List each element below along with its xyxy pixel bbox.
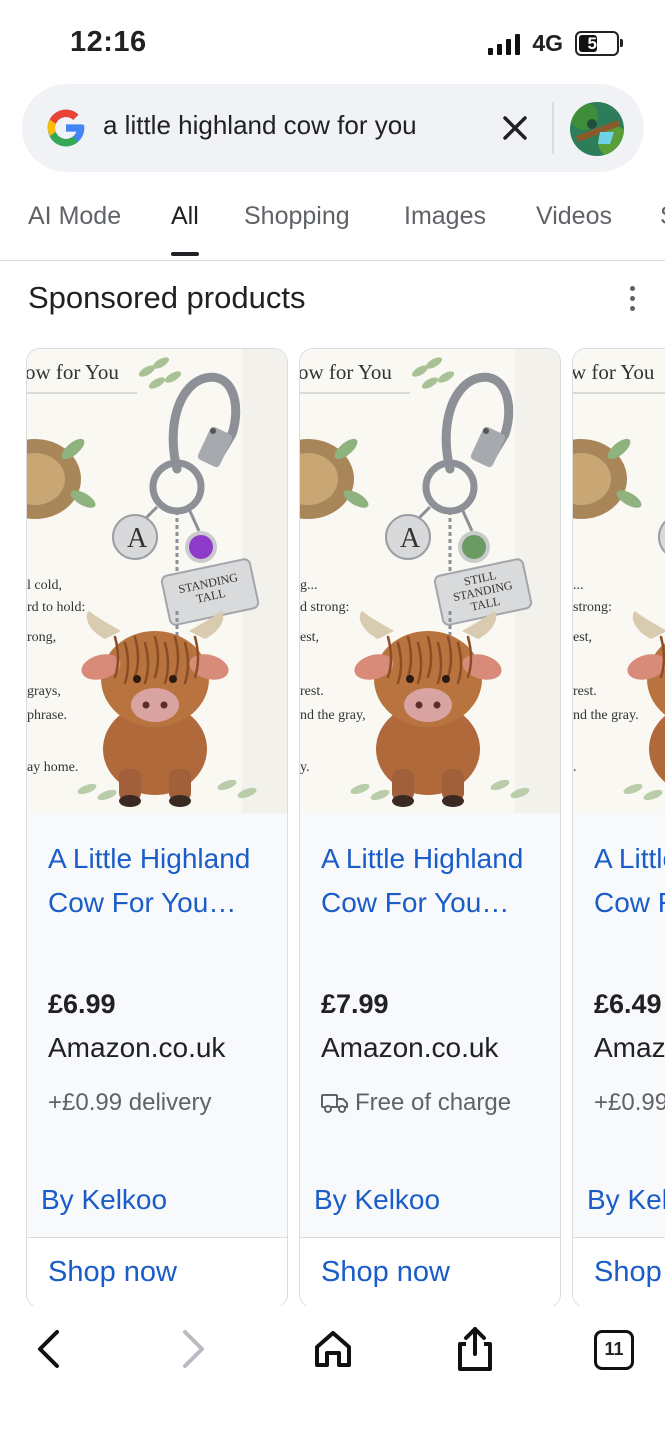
- tab-shopping[interactable]: Shopping: [244, 202, 350, 231]
- poem-line: nd the gray.: [573, 708, 639, 723]
- signal-icon: [488, 33, 521, 55]
- tab-more[interactable]: S: [660, 202, 665, 231]
- more-vert-icon[interactable]: [622, 286, 642, 314]
- product-by[interactable]: By Kelkoo: [41, 1184, 167, 1216]
- battery-percent: 57: [587, 34, 607, 53]
- tabs-icon[interactable]: 11: [594, 1330, 634, 1370]
- poem-line: .: [573, 760, 577, 775]
- shop-now-label: Shop now: [321, 1256, 450, 1288]
- product-by[interactable]: By Kelkoo: [314, 1184, 440, 1216]
- search-input[interactable]: a little highland cow for you: [103, 110, 417, 141]
- search-tabs: AI Mode All Shopping Images Videos S: [0, 190, 665, 261]
- browser-toolbar: 11: [0, 1306, 665, 1440]
- home-icon[interactable]: [308, 1324, 358, 1374]
- poem-line: rong,: [27, 630, 56, 645]
- product-card[interactable]: w for You... strong: est, rest. nd the gray.…: [572, 348, 665, 1308]
- product-title[interactable]: A Little Highland Cow For You…: [321, 837, 541, 925]
- product-store: Amazon.co.uk: [48, 1032, 226, 1063]
- share-icon[interactable]: [450, 1324, 500, 1374]
- delivery-text: +£0.99: [594, 1089, 665, 1116]
- search-bar[interactable]: a little highland cow for you: [22, 84, 644, 172]
- tab-images[interactable]: Images: [404, 202, 486, 231]
- network-type: 4G: [532, 30, 563, 56]
- product-price: £7.99: [321, 989, 389, 1019]
- image-heading: ow for You: [300, 360, 392, 384]
- status-right: 4G 57: [488, 30, 623, 57]
- image-heading: ow for You: [27, 360, 119, 384]
- product-delivery: +£0.99 delivery: [48, 1089, 211, 1117]
- tab-all-label: All: [171, 202, 199, 230]
- poem-line: rest.: [573, 684, 597, 699]
- poem-line: rd to hold:: [27, 600, 85, 615]
- poem-line: grays,: [27, 684, 61, 699]
- tab-videos[interactable]: Videos: [536, 202, 612, 231]
- poem-line: d strong:: [300, 600, 349, 615]
- product-price: £6.49: [594, 989, 662, 1019]
- poem-line: rest.: [300, 684, 324, 699]
- shop-now-button[interactable]: Shop now: [300, 1237, 560, 1307]
- product-delivery: Free of charge: [321, 1089, 511, 1117]
- delivery-text: Free of charge: [355, 1089, 512, 1116]
- poem-line: strong:: [573, 600, 612, 615]
- poem-line: ay home.: [27, 760, 78, 775]
- poem-line: g...: [300, 578, 318, 593]
- product-image[interactable]: ow for You g... d strong: est, rest. nd the g…: [300, 349, 560, 813]
- active-tab-indicator: [171, 252, 199, 256]
- close-icon[interactable]: [496, 106, 534, 150]
- shop-now-label: Shop now: [594, 1256, 665, 1288]
- tabs-count: 11: [604, 1339, 624, 1359]
- poem-line: est,: [573, 630, 592, 645]
- back-icon[interactable]: [26, 1324, 76, 1374]
- product-carousel[interactable]: ow for You l cold, rd to hold: rong, grays, p…: [0, 348, 665, 1308]
- product-store: Amazon.co.uk: [321, 1032, 499, 1063]
- search-divider: [552, 102, 554, 154]
- status-bar: 12:16 4G 57: [0, 0, 665, 88]
- battery-icon: 57: [575, 31, 623, 56]
- shop-now-button[interactable]: Shop now: [573, 1237, 665, 1307]
- product-store: Amazon.co.uk: [594, 1032, 665, 1063]
- product-title[interactable]: A Little Highland Cow For You…: [594, 837, 665, 925]
- poem-line: y.: [300, 760, 310, 775]
- google-logo: [47, 109, 85, 147]
- product-price: £6.99: [48, 989, 116, 1019]
- initial-letter: A: [400, 523, 421, 554]
- tab-all[interactable]: All: [171, 202, 199, 256]
- avatar[interactable]: [570, 102, 624, 156]
- poem-line: est,: [300, 630, 319, 645]
- poem-line: phrase.: [27, 708, 67, 723]
- poem-line: nd the gray,: [300, 708, 366, 723]
- truck-icon: [321, 1094, 348, 1113]
- product-delivery: +£0.99: [594, 1089, 665, 1117]
- poem-line: l cold,: [27, 578, 62, 593]
- forward-icon[interactable]: [168, 1324, 218, 1374]
- status-time: 12:16: [70, 26, 147, 58]
- product-image[interactable]: w for You... strong: est, rest. nd the gray.…: [573, 349, 665, 813]
- product-by[interactable]: By Kelkoo: [587, 1184, 665, 1216]
- tab-ai-mode[interactable]: AI Mode: [28, 202, 121, 231]
- shop-now-button[interactable]: Shop now: [27, 1237, 287, 1307]
- product-title[interactable]: A Little Highland Cow For You…: [48, 837, 268, 925]
- poem-line: ...: [573, 578, 584, 593]
- delivery-text: +£0.99 delivery: [48, 1089, 212, 1116]
- section-title: Sponsored products: [28, 280, 306, 315]
- product-card[interactable]: ow for You l cold, rd to hold: rong, grays, p…: [26, 348, 288, 1308]
- product-image[interactable]: ow for You l cold, rd to hold: rong, grays, p…: [27, 349, 287, 813]
- shop-now-label: Shop now: [48, 1256, 177, 1288]
- image-heading: w for You: [573, 360, 655, 384]
- initial-letter: A: [127, 523, 148, 554]
- product-card[interactable]: ow for You g... d strong: est, rest. nd the g…: [299, 348, 561, 1308]
